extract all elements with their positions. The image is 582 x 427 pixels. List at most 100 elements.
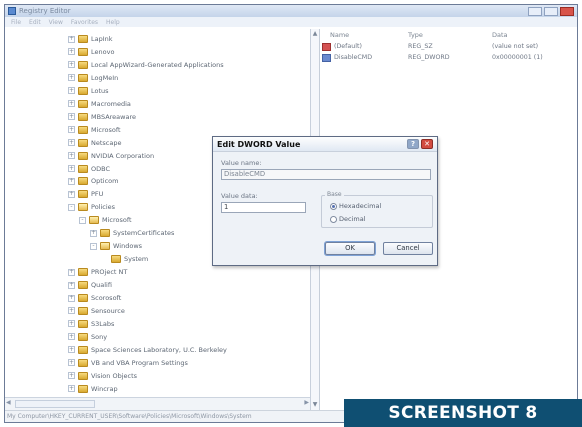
tree-item[interactable]: - Windows [90, 240, 142, 252]
tree-item[interactable]: + VB and VBA Program Settings [68, 357, 188, 369]
expand-icon[interactable]: + [68, 152, 75, 160]
expand-icon[interactable]: + [68, 35, 75, 43]
folder-icon [78, 371, 88, 380]
expand-icon[interactable]: + [68, 372, 75, 380]
tree-item[interactable]: + Sony [68, 331, 107, 343]
tree-item[interactable]: + Local AppWizard-Generated Applications [68, 59, 224, 71]
tree-item-label: PROject NT [91, 268, 128, 277]
tree-item[interactable]: - Microsoft [79, 214, 132, 226]
tree-item[interactable]: + Space Sciences Laboratory, U.C. Berkele… [68, 344, 227, 356]
expand-icon[interactable]: + [68, 268, 75, 276]
column-header-type[interactable]: Type [408, 29, 423, 41]
tree-item-label: Policies [91, 203, 116, 212]
collapse-icon[interactable]: - [68, 203, 75, 211]
tree-item[interactable]: - Policies [68, 201, 115, 213]
expand-icon[interactable]: + [68, 126, 75, 134]
folder-icon [78, 281, 88, 290]
tree-item[interactable]: + Qualifi [68, 279, 112, 291]
ok-button[interactable]: OK [325, 242, 375, 255]
expand-icon[interactable]: + [68, 139, 75, 147]
expand-icon[interactable]: + [68, 320, 75, 328]
menu-favorites[interactable]: Favorites [71, 19, 98, 26]
tree-item-label: S3Labs [91, 319, 115, 328]
tree-item[interactable]: + Sensource [68, 305, 125, 317]
expand-icon[interactable]: + [68, 100, 75, 108]
expand-icon[interactable]: + [68, 281, 75, 289]
expand-icon[interactable]: + [68, 61, 75, 69]
tree-item[interactable]: + Lenovo [68, 46, 114, 58]
tree-item[interactable]: + Macromedia [68, 98, 131, 110]
menu-bar: File Edit View Favorites Help [5, 17, 577, 27]
tree-item[interactable]: + PROject NT [68, 266, 127, 278]
expand-icon[interactable]: + [68, 294, 75, 302]
scroll-up-arrow[interactable]: ▲ [311, 29, 319, 39]
scroll-right-arrow[interactable]: ▶ [304, 399, 309, 406]
tree-horizontal-scrollbar[interactable]: ◀ ▶ [5, 397, 310, 410]
expand-icon[interactable]: + [68, 177, 75, 185]
horizontal-scroll-thumb[interactable] [15, 400, 95, 408]
maximize-button[interactable] [544, 6, 558, 16]
value-data-field[interactable]: 1 [221, 202, 306, 213]
open-folder-icon [78, 203, 88, 212]
menu-help[interactable]: Help [106, 19, 120, 26]
column-header-name[interactable]: Name [330, 29, 349, 41]
tree-item[interactable]: + Scorosoft [68, 292, 121, 304]
minimize-button[interactable] [528, 6, 542, 16]
scroll-left-arrow[interactable]: ◀ [6, 399, 11, 406]
expand-icon[interactable]: + [68, 359, 75, 367]
tree-item[interactable]: + Vision Objects [68, 370, 137, 382]
tree-item[interactable]: System [101, 253, 148, 265]
menu-edit[interactable]: Edit [29, 19, 41, 26]
value-name-label: Value name: [221, 159, 262, 167]
tree-item[interactable]: + PFU [68, 188, 103, 200]
screenshot-caption: SCREENSHOT 8 [344, 399, 582, 427]
tree-item[interactable]: + NVIDIA Corporation [68, 150, 154, 162]
dialog-close-button[interactable]: ✕ [421, 139, 433, 149]
expand-icon[interactable]: + [68, 333, 75, 341]
expand-icon[interactable]: + [68, 307, 75, 315]
tree-item[interactable]: + LapInk [68, 33, 113, 45]
tree-item-label: PFU [91, 190, 104, 199]
value-type: REG_DWORD [408, 54, 450, 61]
expand-icon[interactable]: + [68, 87, 75, 95]
expand-icon[interactable]: + [68, 48, 75, 56]
registry-value-row[interactable]: (Default) REG_SZ (value not set) [320, 42, 578, 53]
tree-item[interactable]: + MBSAreaware [68, 111, 136, 123]
expand-icon[interactable]: + [90, 229, 97, 237]
tree-item[interactable]: + Wincrap [68, 383, 118, 395]
tree-item[interactable]: + Opticom [68, 175, 118, 187]
expand-icon[interactable]: + [68, 385, 75, 393]
base-group: Base Hexadecimal Decimal [321, 191, 433, 228]
tree-item[interactable]: + LogMeIn [68, 72, 118, 84]
tree-item[interactable]: + Netscape [68, 137, 121, 149]
tree-item[interactable]: + SystemCertificates [90, 227, 174, 239]
collapse-icon[interactable]: - [90, 242, 97, 250]
close-button[interactable] [560, 6, 574, 16]
scroll-down-arrow[interactable]: ▼ [311, 400, 319, 410]
tree-item-label: MBSAreaware [91, 112, 136, 121]
tree-item-label: VB and VBA Program Settings [91, 358, 188, 367]
registry-value-row[interactable]: DisableCMD REG_DWORD 0x00000001 (1) [320, 53, 578, 64]
value-name-field[interactable]: DisableCMD [221, 169, 431, 180]
tree-item[interactable]: + Microsoft [68, 124, 121, 136]
expand-icon[interactable]: + [68, 113, 75, 121]
expand-icon[interactable]: + [68, 165, 75, 172]
tree-item[interactable]: + ODBC [68, 163, 110, 175]
help-button[interactable]: ? [407, 139, 419, 149]
menu-file[interactable]: File [11, 19, 21, 26]
decimal-radio[interactable]: Decimal [330, 215, 366, 223]
collapse-icon[interactable]: - [79, 216, 86, 224]
column-header-data[interactable]: Data [492, 29, 508, 41]
folder-icon [78, 99, 88, 108]
expand-icon[interactable]: + [68, 346, 75, 354]
value-data: 0x00000001 (1) [492, 54, 543, 61]
hexadecimal-radio[interactable]: Hexadecimal [330, 202, 381, 210]
expand-icon[interactable]: + [68, 74, 75, 82]
expand-icon[interactable]: + [68, 190, 75, 198]
tree-item-label: SystemCertificates [113, 229, 175, 238]
tree-item[interactable]: + S3Labs [68, 318, 114, 330]
menu-view[interactable]: View [49, 19, 63, 26]
tree-item-label: Windows [113, 242, 143, 251]
cancel-button[interactable]: Cancel [383, 242, 433, 255]
tree-item[interactable]: + Lotus [68, 85, 109, 97]
